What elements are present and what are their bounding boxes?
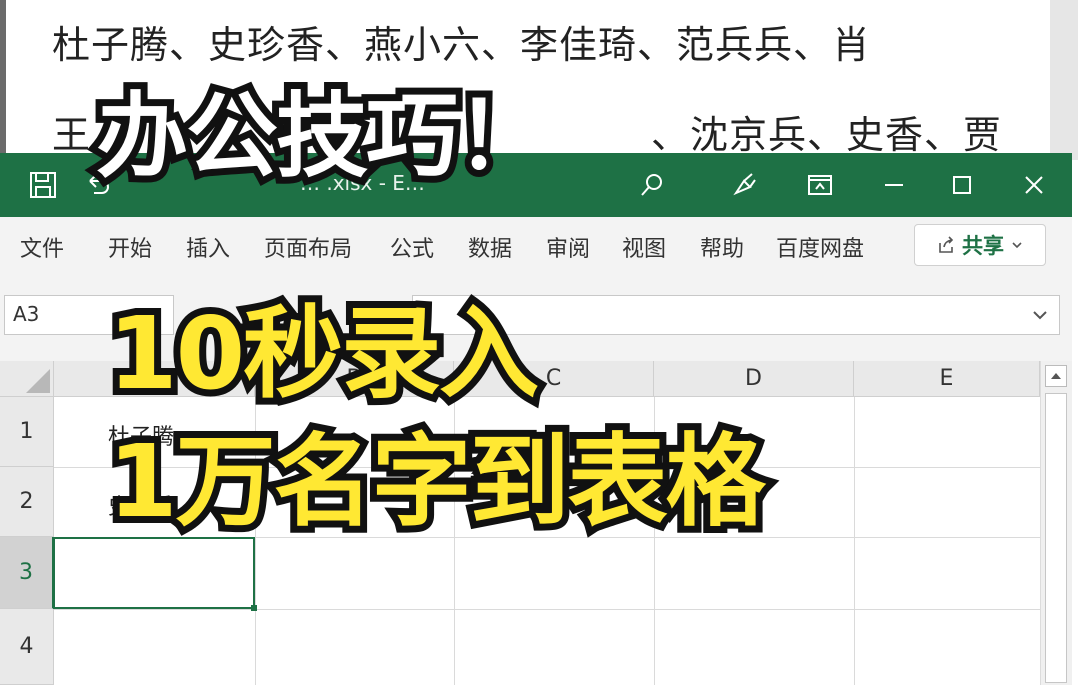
close-icon[interactable] — [1014, 153, 1054, 217]
grid-line — [54, 609, 1040, 610]
search-icon[interactable] — [632, 153, 672, 217]
grid-line — [854, 397, 855, 685]
share-button[interactable]: 共享 — [914, 224, 1046, 266]
formula-expand-chevron-icon[interactable] — [1029, 304, 1051, 326]
scrollbar-thumb[interactable] — [1045, 393, 1067, 683]
vertical-scrollbar[interactable] — [1040, 361, 1072, 685]
cell-a3-selected[interactable] — [53, 537, 255, 609]
brush-icon[interactable] — [724, 153, 764, 217]
document-scroll-edge — [1050, 0, 1078, 160]
maximize-icon[interactable] — [942, 153, 982, 217]
share-label: 共享 — [962, 234, 1004, 258]
fill-handle[interactable] — [251, 605, 257, 611]
document-left-edge — [0, 0, 6, 160]
tab-file[interactable]: 文件 — [20, 231, 64, 263]
share-icon — [939, 236, 954, 253]
chevron-down-icon — [1012, 242, 1022, 249]
row-header-2[interactable]: 2 — [0, 467, 54, 537]
overlay-title-line-2: 10秒录入 — [101, 288, 546, 419]
tab-data[interactable]: 数据 — [468, 231, 512, 263]
column-header-d[interactable]: D — [654, 361, 854, 397]
row-header-3[interactable]: 3 — [0, 537, 54, 609]
tab-baidu-netdisk[interactable]: 百度网盘 — [776, 231, 864, 263]
minimize-icon[interactable] — [874, 153, 914, 217]
overlay-title-line-1: 办公技巧！ — [89, 76, 555, 197]
row-header-4[interactable]: 4 — [0, 609, 54, 685]
document-line-1: 杜子腾、史珍香、燕小六、李佳琦、范兵兵、肖 — [52, 23, 872, 67]
document-line-2-start: 王 — [52, 113, 92, 157]
scroll-up-arrow-icon[interactable] — [1045, 365, 1067, 387]
ribbon-menu: 文件 开始 插入 页面布局 公式 数据 审阅 视图 帮助 百度网盘 共享 — [0, 217, 1072, 274]
save-icon[interactable] — [18, 153, 68, 217]
document-line-2-tail: 、沈京兵、史香、贾 — [651, 113, 1003, 157]
tab-page-layout[interactable]: 页面布局 — [264, 231, 352, 263]
tab-insert[interactable]: 插入 — [186, 231, 230, 263]
tab-formulas[interactable]: 公式 — [390, 231, 434, 263]
ribbon-display-icon[interactable] — [800, 153, 840, 217]
row-header-1[interactable]: 1 — [0, 397, 54, 467]
select-all-corner[interactable] — [0, 361, 54, 397]
tab-review[interactable]: 审阅 — [546, 231, 590, 263]
tab-help[interactable]: 帮助 — [700, 231, 744, 263]
column-header-e[interactable]: E — [854, 361, 1040, 397]
tab-view[interactable]: 视图 — [622, 231, 666, 263]
tab-home[interactable]: 开始 — [108, 231, 152, 263]
overlay-title-line-3: 1万名字到表格 — [101, 416, 773, 547]
